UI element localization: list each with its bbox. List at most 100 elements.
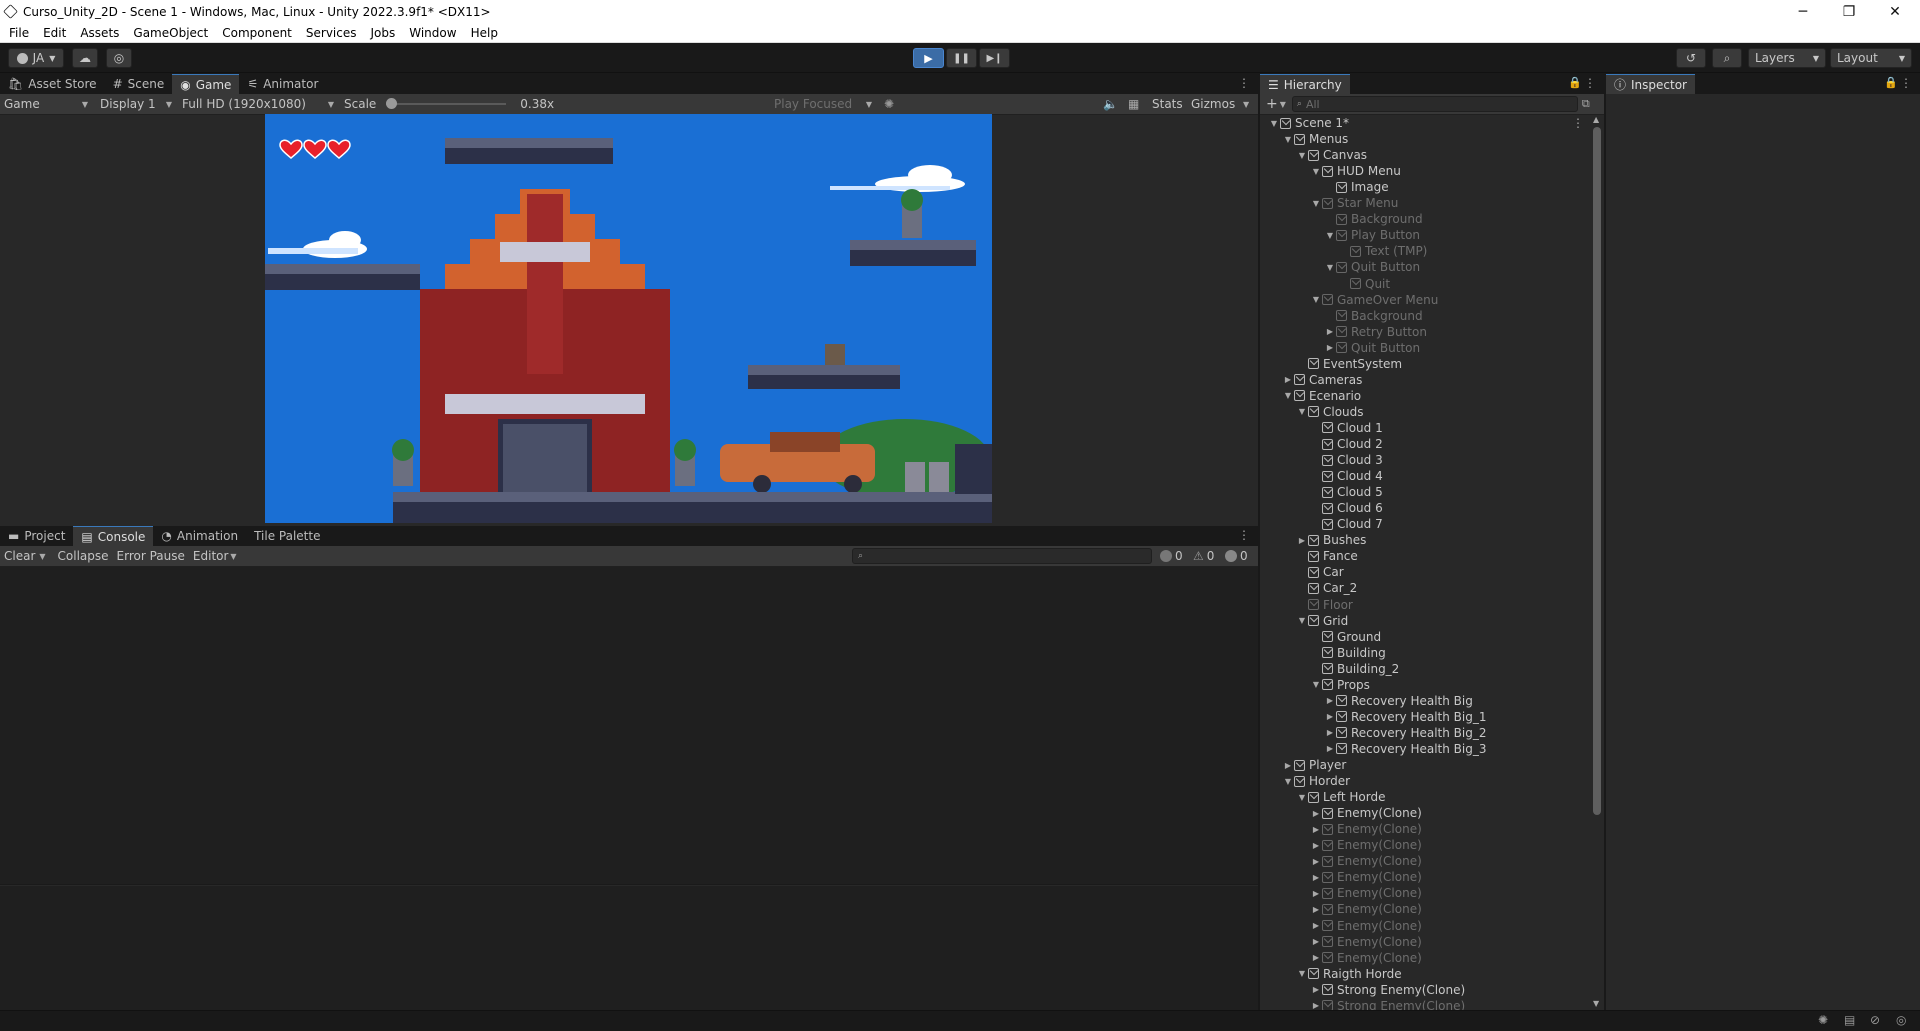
menu-window[interactable]: Window xyxy=(402,26,463,40)
expand-open-icon[interactable]: ▼ xyxy=(1310,199,1322,208)
expand-open-icon[interactable]: ▼ xyxy=(1296,616,1308,625)
history-button[interactable]: ↺ xyxy=(1676,48,1706,68)
hierarchy-item[interactable]: Building xyxy=(1310,645,1386,661)
hierarchy-item[interactable]: ▶ Enemy(Clone) xyxy=(1310,934,1422,950)
scale-slider[interactable] xyxy=(386,97,507,111)
tab-console[interactable]: ▤ Console xyxy=(73,526,154,546)
lock-icon[interactable]: 🔒 xyxy=(1568,76,1582,89)
account-dropdown[interactable]: JA ▼ xyxy=(8,48,64,68)
display-dropdown[interactable]: Display 1 ▼ xyxy=(96,94,176,114)
view-mode-dropdown[interactable]: Game ▼ xyxy=(0,94,92,114)
pause-button[interactable]: ❚❚ xyxy=(946,48,977,68)
hierarchy-item[interactable]: ▶ Strong Enemy(Clone) xyxy=(1310,982,1465,998)
layout-dropdown[interactable]: Layout ▼ xyxy=(1830,48,1912,68)
play-button[interactable]: ▶ xyxy=(913,48,944,68)
hierarchy-item[interactable]: ▶ Strong Enemy(Clone) xyxy=(1310,998,1465,1010)
hierarchy-item[interactable]: Cloud 3 xyxy=(1310,452,1383,468)
console-detail-area[interactable] xyxy=(0,886,1258,1010)
error-count[interactable]: 0 xyxy=(1225,549,1248,563)
chevron-down-icon[interactable]: ▼ xyxy=(39,552,45,561)
clear-button[interactable]: Clear xyxy=(0,549,39,563)
tab-game[interactable]: ◉ Game xyxy=(172,74,240,94)
tab-project[interactable]: ▬ Project xyxy=(0,526,73,546)
expand-closed-icon[interactable]: ▶ xyxy=(1310,873,1322,882)
tab-animation[interactable]: ◔ Animation xyxy=(153,526,246,546)
tab-asset-store[interactable]: 🛍 Asset Store xyxy=(0,74,105,94)
hierarchy-item[interactable]: ▶ Enemy(Clone) xyxy=(1310,950,1422,966)
expand-closed-icon[interactable]: ▶ xyxy=(1310,937,1322,946)
expand-closed-icon[interactable]: ▶ xyxy=(1310,905,1322,914)
collab-button[interactable]: ◎ xyxy=(106,48,132,68)
hierarchy-item[interactable]: ▼ HUD Menu xyxy=(1310,163,1401,179)
hierarchy-scene-row[interactable]: ▼ Scene 1* ⋮ xyxy=(1268,115,1588,131)
hierarchy-item[interactable]: ▶ Retry Button xyxy=(1324,324,1427,340)
hierarchy-item[interactable]: ▼ Props xyxy=(1310,677,1370,693)
menu-edit[interactable]: Edit xyxy=(36,26,73,40)
hierarchy-item[interactable]: Quit xyxy=(1338,276,1390,292)
editor-dropdown[interactable]: Editor xyxy=(189,549,231,563)
hierarchy-item[interactable]: Cloud 6 xyxy=(1310,500,1383,516)
hierarchy-item[interactable]: ▶ Bushes xyxy=(1296,532,1366,548)
hierarchy-item[interactable]: Fance xyxy=(1296,548,1358,564)
progress-icon[interactable]: ◎ xyxy=(1896,1013,1906,1027)
expand-open-icon[interactable]: ▼ xyxy=(1324,231,1336,240)
hierarchy-item[interactable]: ▶ Enemy(Clone) xyxy=(1310,837,1422,853)
menu-assets[interactable]: Assets xyxy=(73,26,126,40)
hierarchy-item[interactable]: ▼ Menus xyxy=(1282,131,1348,147)
resolution-dropdown[interactable]: Full HD (1920x1080) ▼ xyxy=(178,94,338,114)
hierarchy-item[interactable]: ▶ Enemy(Clone) xyxy=(1310,853,1422,869)
more-options-icon[interactable]: ⋮ xyxy=(1238,528,1250,542)
expand-closed-icon[interactable]: ▶ xyxy=(1324,712,1336,721)
expand-closed-icon[interactable]: ▶ xyxy=(1282,761,1294,770)
cache-server-icon[interactable]: ▤ xyxy=(1844,1013,1855,1027)
lock-icon[interactable]: 🔒 xyxy=(1884,76,1898,89)
hierarchy-item[interactable]: Image xyxy=(1324,179,1389,195)
expand-closed-icon[interactable]: ▶ xyxy=(1296,536,1308,545)
hierarchy-item[interactable]: ▶ Recovery Health Big xyxy=(1324,693,1473,709)
expand-open-icon[interactable]: ▼ xyxy=(1296,407,1308,416)
more-options-icon[interactable]: ⋮ xyxy=(1900,76,1912,90)
hierarchy-item[interactable]: Cloud 2 xyxy=(1310,436,1383,452)
auto-generate-lighting-icon[interactable]: ⊘ xyxy=(1870,1013,1880,1027)
hierarchy-item[interactable]: ▶ Enemy(Clone) xyxy=(1310,901,1422,917)
expand-closed-icon[interactable]: ▶ xyxy=(1310,1001,1322,1010)
error-pause-button[interactable]: Error Pause xyxy=(113,549,189,563)
hierarchy-item[interactable]: ▼ Quit Button xyxy=(1324,259,1420,275)
tab-animator[interactable]: ⚟ Animator xyxy=(239,74,326,94)
add-button[interactable]: + xyxy=(1266,96,1278,112)
menu-gameobject[interactable]: GameObject xyxy=(126,26,215,40)
hierarchy-item[interactable]: ▼ Play Button xyxy=(1324,227,1420,243)
menu-jobs[interactable]: Jobs xyxy=(364,26,403,40)
hierarchy-item[interactable]: Cloud 7 xyxy=(1310,516,1383,532)
expand-closed-icon[interactable]: ▶ xyxy=(1310,857,1322,866)
stats-button[interactable]: Stats xyxy=(1152,97,1183,111)
game-viewport[interactable] xyxy=(265,114,992,523)
hierarchy-item[interactable]: ▶ Quit Button xyxy=(1324,340,1420,356)
tab-hierarchy[interactable]: ☰ Hierarchy xyxy=(1260,74,1350,94)
hierarchy-item[interactable]: Cloud 4 xyxy=(1310,468,1383,484)
hierarchy-item[interactable]: ▼ Clouds xyxy=(1296,404,1364,420)
hierarchy-item[interactable]: ▶ Enemy(Clone) xyxy=(1310,885,1422,901)
expand-open-icon[interactable]: ▼ xyxy=(1324,263,1336,272)
expand-closed-icon[interactable]: ▶ xyxy=(1324,327,1336,336)
scroll-down-icon[interactable]: ▼ xyxy=(1593,999,1599,1008)
hierarchy-item[interactable]: Cloud 1 xyxy=(1310,420,1383,436)
hierarchy-item[interactable]: Building_2 xyxy=(1310,661,1399,677)
chevron-down-icon[interactable]: ▼ xyxy=(1243,100,1249,109)
bug-icon[interactable]: ✺ xyxy=(884,97,894,111)
hierarchy-item[interactable]: Car_2 xyxy=(1296,580,1357,596)
chevron-down-icon[interactable]: ▼ xyxy=(1280,100,1286,109)
expand-closed-icon[interactable]: ▶ xyxy=(1324,696,1336,705)
minimize-button[interactable]: ─ xyxy=(1780,0,1826,23)
tab-tile-palette[interactable]: Tile Palette xyxy=(246,526,328,546)
expand-closed-icon[interactable]: ▶ xyxy=(1310,809,1322,818)
tab-scene[interactable]: # Scene xyxy=(105,74,173,94)
cloud-button[interactable]: ☁ xyxy=(72,48,98,68)
console-search-input[interactable]: ⌕ xyxy=(852,548,1152,564)
hierarchy-item[interactable]: Ground xyxy=(1310,629,1381,645)
maximize-button[interactable]: ❐ xyxy=(1826,0,1872,23)
expand-open-icon[interactable]: ▼ xyxy=(1268,119,1280,128)
gizmos-button[interactable]: Gizmos xyxy=(1191,97,1235,111)
scrollbar-thumb[interactable] xyxy=(1593,127,1601,815)
collapse-button[interactable]: Collapse xyxy=(54,549,113,563)
